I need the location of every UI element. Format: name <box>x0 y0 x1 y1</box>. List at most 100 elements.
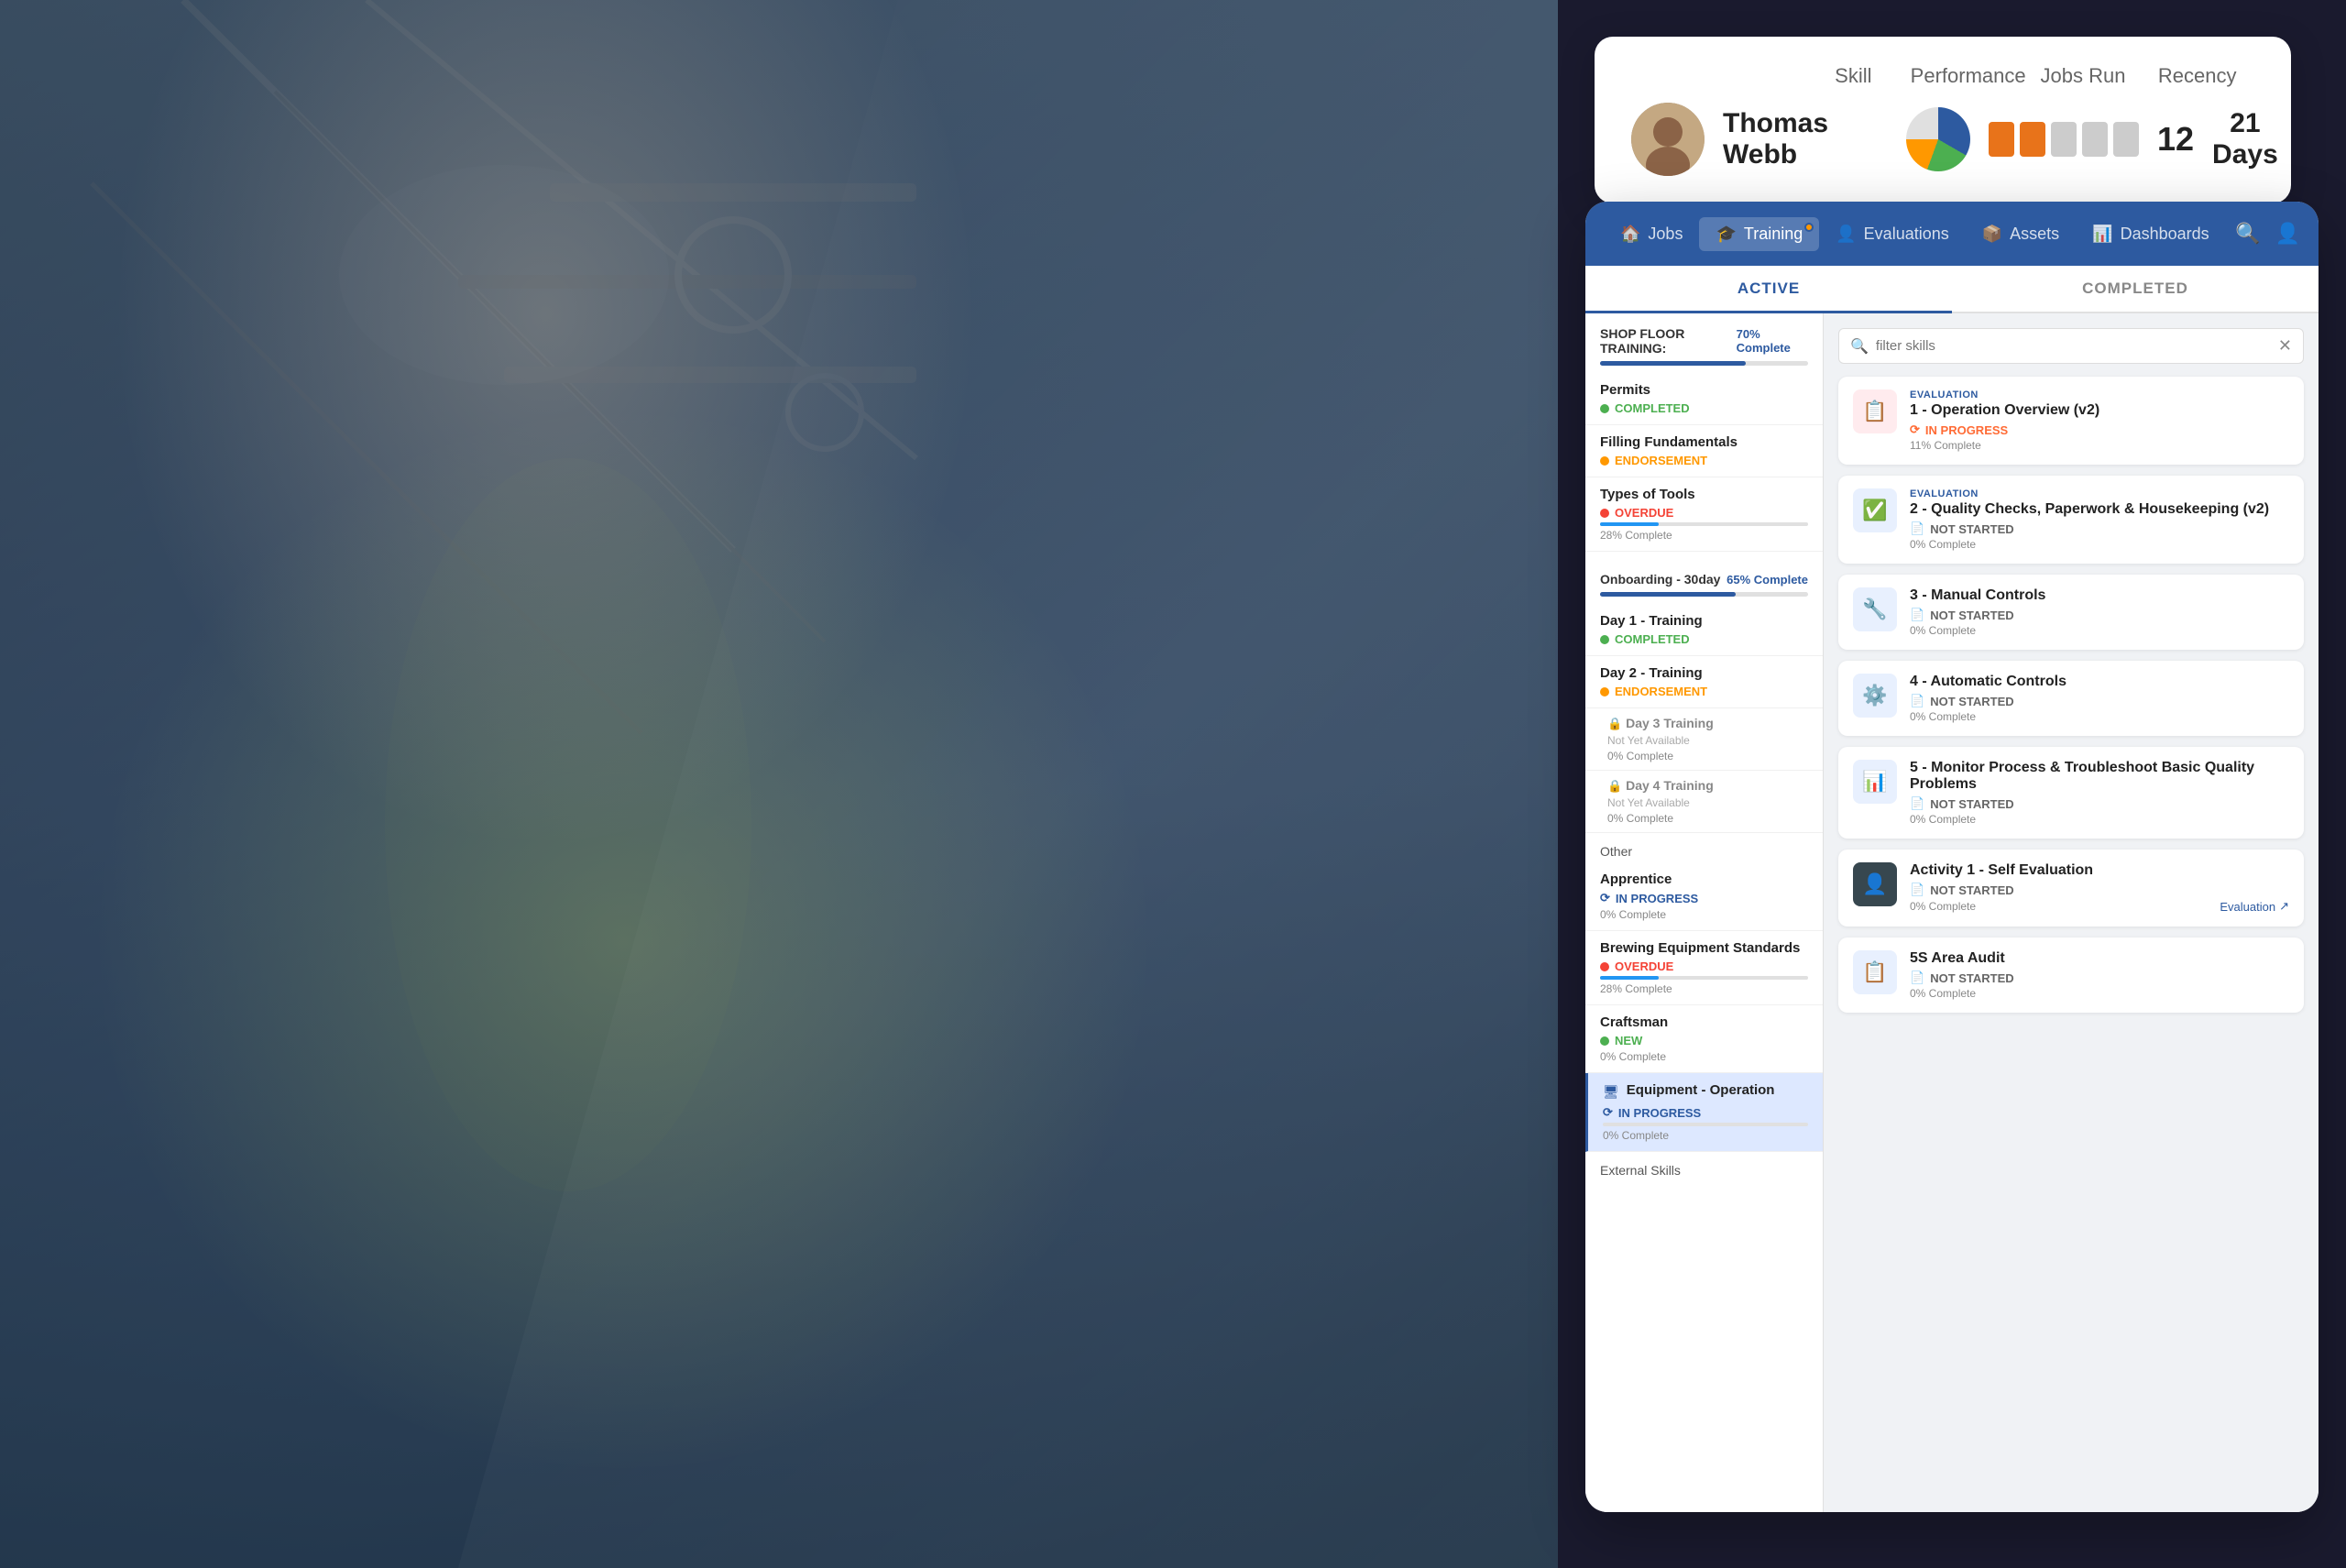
skill-card-2[interactable]: ✅ EVALUATION 2 - Quality Checks, Paperwo… <box>1838 476 2304 564</box>
tools-progress: 28% Complete <box>1600 522 1808 542</box>
nav-assets-label: Assets <box>2010 225 2059 244</box>
sidebar: SHOP FLOOR TRAINING: 70% Complete Permit… <box>1585 313 1824 1512</box>
training-icon: 🎓 <box>1716 225 1736 244</box>
tools-label: Types of Tools <box>1600 487 1808 502</box>
sidebar-item-tools[interactable]: Types of Tools OVERDUE 28% Complete <box>1585 477 1823 552</box>
training-badge <box>1804 223 1814 232</box>
day4-status-text: Not Yet Available <box>1607 796 1808 809</box>
column-headers: Skill Performance Jobs Run Recency <box>1631 64 2254 88</box>
skill-1-progress: 11% Complete <box>1910 439 2289 452</box>
skill-card-6[interactable]: 👤 Activity 1 - Self Evaluation 📄 NOT STA… <box>1838 850 2304 927</box>
brewing-progress: 28% Complete <box>1600 976 1808 995</box>
nav-jobs[interactable]: 🏠 Jobs <box>1604 217 1699 251</box>
nav-training[interactable]: 🎓 Training <box>1699 217 1819 251</box>
sidebar-item-craftsman[interactable]: Craftsman NEW 0% Complete <box>1585 1005 1823 1073</box>
skills-panel: 🔍 ✕ 📋 EVALUATION 1 - Operation Overview … <box>1824 313 2319 1512</box>
nav-evaluations[interactable]: 👤 Evaluations <box>1819 217 1965 251</box>
skill-3-progress: 0% Complete <box>1910 624 2289 637</box>
external-skills-label: External Skills <box>1585 1152 1823 1181</box>
sidebar-item-equipment[interactable]: 🖥 Equipment - Operation ⟳ IN PROGRESS 0%… <box>1585 1073 1823 1152</box>
skill-3-icon: 🔧 <box>1853 587 1897 631</box>
skill-card-5[interactable]: 📊 5 - Monitor Process & Troubleshoot Bas… <box>1838 747 2304 839</box>
skill-5-status-icon: 📄 <box>1910 796 1924 811</box>
perf-bar-5 <box>2113 122 2139 157</box>
permits-status-dot <box>1600 404 1609 413</box>
tab-bar: ACTIVE COMPLETED <box>1585 266 2319 313</box>
skill-7-icon: 📋 <box>1853 950 1897 994</box>
skill-4-content: 4 - Automatic Controls 📄 NOT STARTED 0% … <box>1910 674 2289 723</box>
skill-7-content: 5S Area Audit 📄 NOT STARTED 0% Complete <box>1910 950 2289 1000</box>
nav-training-label: Training <box>1744 225 1803 244</box>
sidebar-item-brewing[interactable]: Brewing Equipment Standards OVERDUE 28% … <box>1585 931 1823 1005</box>
sidebar-item-day4[interactable]: 🔒 Day 4 Training Not Yet Available 0% Co… <box>1585 771 1823 833</box>
user-icon[interactable]: 👤 <box>2275 222 2300 246</box>
skill-7-title: 5S Area Audit <box>1910 950 2289 967</box>
craftsman-label: Craftsman <box>1600 1014 1808 1030</box>
sidebar-item-day3[interactable]: 🔒 Day 3 Training Not Yet Available 0% Co… <box>1585 708 1823 771</box>
apprentice-progress: 0% Complete <box>1600 908 1808 921</box>
equipment-tab-icon: 🖥 <box>1603 1084 1619 1100</box>
assets-icon: 📦 <box>1982 225 2002 244</box>
section-onboarding-title: Onboarding - 30day <box>1600 572 1720 587</box>
section1-progress-fill <box>1600 361 1746 366</box>
evaluation-link[interactable]: Evaluation ↗ <box>2220 899 2289 914</box>
nav-evaluations-label: Evaluations <box>1864 225 1949 244</box>
craftsman-progress: 0% Complete <box>1600 1050 1808 1063</box>
skill-3-status-icon: 📄 <box>1910 608 1924 622</box>
skill-2-tag: EVALUATION <box>1910 488 2289 499</box>
apprentice-label: Apprentice <box>1600 872 1808 887</box>
skills-search-container: 🔍 ✕ <box>1838 328 2304 364</box>
skill-1-content: EVALUATION 1 - Operation Overview (v2) ⟳… <box>1910 389 2289 452</box>
skill-6-footer: 0% Complete Evaluation ↗ <box>1910 899 2289 914</box>
skill-6-status-icon: 📄 <box>1910 883 1924 897</box>
background-photo <box>0 0 1558 1568</box>
skill-card-4[interactable]: ⚙️ 4 - Automatic Controls 📄 NOT STARTED … <box>1838 661 2304 736</box>
skill-card-1[interactable]: 📋 EVALUATION 1 - Operation Overview (v2)… <box>1838 377 2304 465</box>
skill-5-icon: 📊 <box>1853 760 1897 804</box>
section-onboarding: Onboarding - 30day 65% Complete <box>1585 559 1823 592</box>
day3-label: 🔒 Day 3 Training <box>1607 716 1808 731</box>
equipment-status-icon: ⟳ <box>1603 1105 1613 1120</box>
sidebar-item-filling[interactable]: Filling Fundamentals ENDORSEMENT <box>1585 425 1823 477</box>
performance-col-header: Performance <box>1911 64 2026 88</box>
craftsman-status: NEW <box>1600 1034 1808 1047</box>
filling-label: Filling Fundamentals <box>1600 434 1808 450</box>
lock-icon-day4: 🔒 <box>1607 779 1622 793</box>
day1-status-dot <box>1600 635 1609 644</box>
search-icon[interactable]: 🔍 <box>2235 222 2260 246</box>
tab-active[interactable]: ACTIVE <box>1585 266 1952 313</box>
skill-1-title: 1 - Operation Overview (v2) <box>1910 402 2289 419</box>
section-other-label: Other <box>1585 833 1823 862</box>
pie-chart <box>1906 107 1970 171</box>
permits-label: Permits <box>1600 382 1808 398</box>
skill-2-icon: ✅ <box>1853 488 1897 532</box>
equipment-label: Equipment - Operation <box>1627 1082 1775 1098</box>
skill-4-icon: ⚙️ <box>1853 674 1897 718</box>
section-shop-floor-progress: 70% Complete <box>1737 327 1808 355</box>
tools-status-dot <box>1600 509 1609 518</box>
home-icon: 🏠 <box>1620 225 1640 244</box>
skill-card-3[interactable]: 🔧 3 - Manual Controls 📄 NOT STARTED 0% C… <box>1838 575 2304 650</box>
skill-card-7[interactable]: 📋 5S Area Audit 📄 NOT STARTED 0% Complet… <box>1838 938 2304 1013</box>
sidebar-item-permits[interactable]: Permits COMPLETED <box>1585 373 1823 425</box>
sidebar-item-apprentice[interactable]: Apprentice ⟳ IN PROGRESS 0% Complete <box>1585 862 1823 931</box>
craftsman-status-dot <box>1600 1036 1609 1046</box>
skills-search-input[interactable] <box>1876 338 2271 354</box>
performance-bars <box>1989 122 2139 157</box>
permits-status: COMPLETED <box>1600 401 1808 415</box>
day2-status-dot <box>1600 687 1609 696</box>
sidebar-item-day1[interactable]: Day 1 - Training COMPLETED <box>1585 604 1823 656</box>
nav-dashboards[interactable]: 📊 Dashboards <box>2076 217 2225 251</box>
tab-completed[interactable]: COMPLETED <box>1952 266 2319 313</box>
lock-icon-day3: 🔒 <box>1607 717 1622 730</box>
sidebar-item-day2[interactable]: Day 2 - Training ENDORSEMENT <box>1585 656 1823 708</box>
search-clear-icon[interactable]: ✕ <box>2278 336 2292 356</box>
skill-2-title: 2 - Quality Checks, Paperwork & Housekee… <box>1910 501 2289 518</box>
skill-5-content: 5 - Monitor Process & Troubleshoot Basic… <box>1910 760 2289 826</box>
skill-7-status-icon: 📄 <box>1910 970 1924 985</box>
day3-progress: 0% Complete <box>1607 750 1808 762</box>
section2-progress-bar <box>1600 592 1808 597</box>
evaluations-icon: 👤 <box>1836 225 1856 244</box>
skill-1-tag: EVALUATION <box>1910 389 2289 400</box>
nav-assets[interactable]: 📦 Assets <box>1966 217 2076 251</box>
